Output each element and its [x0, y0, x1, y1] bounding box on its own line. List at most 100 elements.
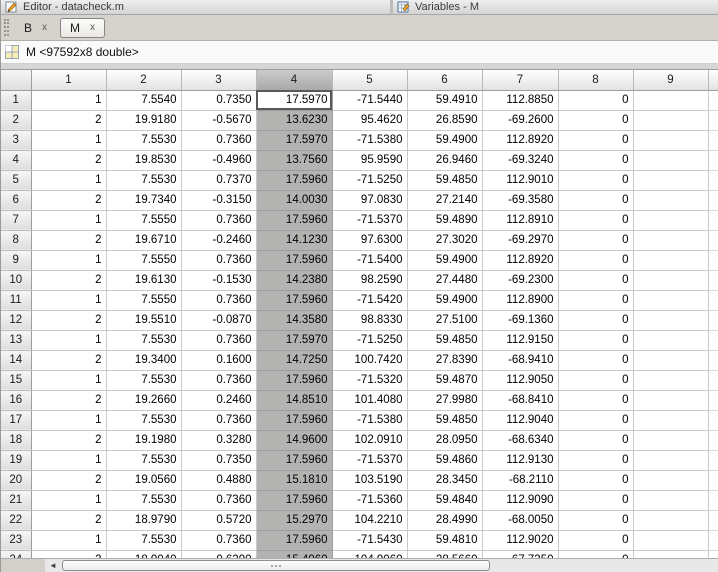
- toolbar-grip-handle[interactable]: [4, 19, 9, 36]
- cell[interactable]: [633, 510, 708, 530]
- cell[interactable]: 97.0830: [332, 190, 407, 210]
- cell[interactable]: 112.8910: [482, 210, 558, 230]
- cell[interactable]: 0: [558, 370, 633, 390]
- cell[interactable]: [633, 350, 708, 370]
- row-header-10[interactable]: 10: [1, 270, 31, 290]
- cell[interactable]: -71.5250: [332, 330, 407, 350]
- cell[interactable]: [633, 290, 708, 310]
- cell[interactable]: [633, 470, 708, 490]
- cell[interactable]: -69.3240: [482, 150, 558, 170]
- cell[interactable]: 59.4890: [407, 210, 482, 230]
- row-header-17[interactable]: 17: [1, 410, 31, 430]
- cell[interactable]: 2: [31, 270, 106, 290]
- cell[interactable]: 17.5960: [256, 490, 332, 510]
- cell[interactable]: 59.4870: [407, 370, 482, 390]
- cell[interactable]: 14.3580: [256, 310, 332, 330]
- cell[interactable]: 1: [31, 130, 106, 150]
- row-header-9[interactable]: 9: [1, 250, 31, 270]
- cell[interactable]: [633, 330, 708, 350]
- cell[interactable]: 95.9590: [332, 150, 407, 170]
- cell[interactable]: 19.7340: [106, 190, 181, 210]
- cell[interactable]: 0.7360: [181, 410, 256, 430]
- cell[interactable]: 101.4080: [332, 390, 407, 410]
- cell[interactable]: [633, 130, 708, 150]
- cell[interactable]: 15.2970: [256, 510, 332, 530]
- cell[interactable]: 98.8330: [332, 310, 407, 330]
- cell[interactable]: 0: [558, 130, 633, 150]
- cell[interactable]: -69.2970: [482, 230, 558, 250]
- column-header-3[interactable]: 3: [181, 70, 256, 90]
- cell[interactable]: [633, 490, 708, 510]
- cell[interactable]: 7.5530: [106, 530, 181, 550]
- cell[interactable]: 59.4900: [407, 250, 482, 270]
- scroll-left-arrow-icon[interactable]: ◄: [45, 558, 61, 572]
- cell[interactable]: 0: [558, 210, 633, 230]
- cell[interactable]: 17.5960: [256, 250, 332, 270]
- cell[interactable]: 0.1600: [181, 350, 256, 370]
- cell[interactable]: 0: [558, 510, 633, 530]
- cell[interactable]: -71.5370: [332, 210, 407, 230]
- cell[interactable]: 0: [558, 490, 633, 510]
- cell[interactable]: 19.5510: [106, 310, 181, 330]
- cell[interactable]: [633, 190, 708, 210]
- scrollbar-track[interactable]: [61, 558, 718, 572]
- cell[interactable]: [633, 170, 708, 190]
- scrollbar-thumb[interactable]: [62, 560, 490, 571]
- cell[interactable]: 27.3020: [407, 230, 482, 250]
- cell[interactable]: 17.5960: [256, 210, 332, 230]
- row-header-5[interactable]: 5: [1, 170, 31, 190]
- cell[interactable]: 1: [31, 370, 106, 390]
- cell[interactable]: 112.8920: [482, 130, 558, 150]
- cell[interactable]: [633, 410, 708, 430]
- cell[interactable]: 112.9040: [482, 410, 558, 430]
- row-header-15[interactable]: 15: [1, 370, 31, 390]
- cell[interactable]: 14.2380: [256, 270, 332, 290]
- cell[interactable]: -0.3150: [181, 190, 256, 210]
- row-header-21[interactable]: 21: [1, 490, 31, 510]
- close-icon[interactable]: x: [42, 23, 47, 33]
- cell[interactable]: -68.8410: [482, 390, 558, 410]
- cell[interactable]: 17.5970: [256, 330, 332, 350]
- cell[interactable]: 0: [558, 170, 633, 190]
- cell[interactable]: 112.9130: [482, 450, 558, 470]
- cell[interactable]: 0: [558, 410, 633, 430]
- cell[interactable]: 0: [558, 270, 633, 290]
- cell[interactable]: 102.0910: [332, 430, 407, 450]
- row-header-13[interactable]: 13: [1, 330, 31, 350]
- column-header-7[interactable]: 7: [482, 70, 558, 90]
- cell[interactable]: 1: [31, 490, 106, 510]
- cell[interactable]: 112.9050: [482, 370, 558, 390]
- column-header-6[interactable]: 6: [407, 70, 482, 90]
- cell[interactable]: 112.9020: [482, 530, 558, 550]
- cell[interactable]: 0: [558, 90, 633, 110]
- cell[interactable]: 0.7360: [181, 210, 256, 230]
- cell[interactable]: 0.7360: [181, 290, 256, 310]
- cell[interactable]: 2: [31, 150, 106, 170]
- cell[interactable]: [633, 90, 708, 110]
- cell[interactable]: 7.5530: [106, 330, 181, 350]
- cell[interactable]: 0: [558, 430, 633, 450]
- row-header-12[interactable]: 12: [1, 310, 31, 330]
- cell[interactable]: [633, 310, 708, 330]
- cell[interactable]: [633, 270, 708, 290]
- cell[interactable]: 98.2590: [332, 270, 407, 290]
- cell[interactable]: 27.4480: [407, 270, 482, 290]
- cell[interactable]: 0.7360: [181, 530, 256, 550]
- cell[interactable]: 19.8530: [106, 150, 181, 170]
- cell[interactable]: [633, 210, 708, 230]
- cell[interactable]: [633, 450, 708, 470]
- cell[interactable]: 7.5550: [106, 290, 181, 310]
- cell[interactable]: -71.5370: [332, 450, 407, 470]
- cell[interactable]: 0.5720: [181, 510, 256, 530]
- cell[interactable]: 7.5530: [106, 370, 181, 390]
- cell[interactable]: 2: [31, 190, 106, 210]
- cell[interactable]: 0: [558, 290, 633, 310]
- row-header-4[interactable]: 4: [1, 150, 31, 170]
- cell[interactable]: -71.5380: [332, 410, 407, 430]
- cell[interactable]: -71.5320: [332, 370, 407, 390]
- cell[interactable]: 0.7360: [181, 130, 256, 150]
- cell[interactable]: 1: [31, 170, 106, 190]
- row-header-16[interactable]: 16: [1, 390, 31, 410]
- cell[interactable]: [633, 530, 708, 550]
- cell[interactable]: 7.5550: [106, 210, 181, 230]
